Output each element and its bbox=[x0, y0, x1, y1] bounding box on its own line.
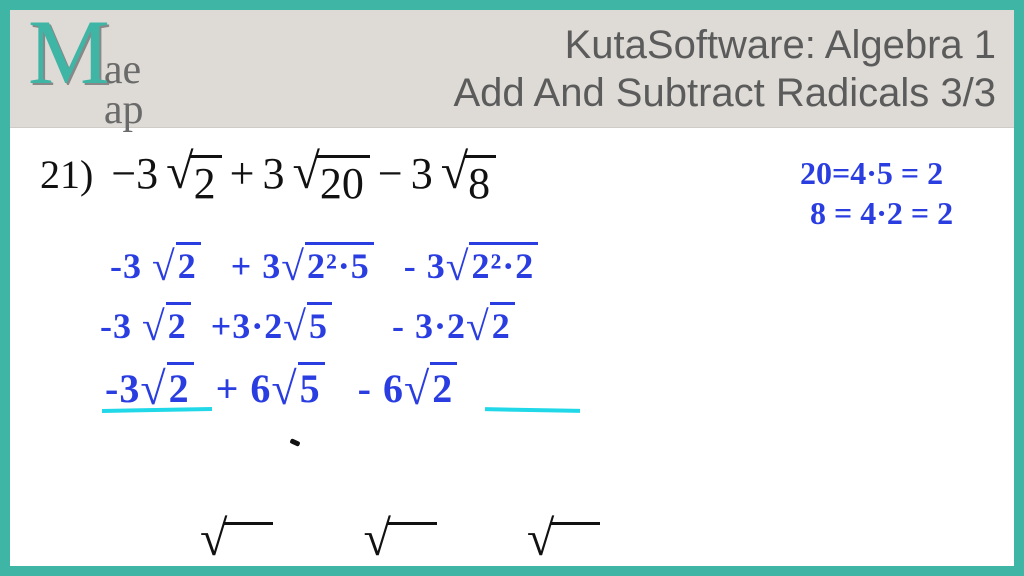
peek-rad-3: √ bbox=[527, 518, 600, 576]
logo-M: M bbox=[28, 6, 110, 98]
term1-radical: √2 bbox=[166, 151, 221, 209]
side-note-1: 20=4·5 = 2 bbox=[800, 155, 943, 192]
term2-coef: 3 bbox=[262, 148, 284, 199]
problem-number: 21) bbox=[40, 151, 93, 198]
logo: M ae ap bbox=[28, 6, 143, 131]
term3-radical: √8 bbox=[441, 151, 496, 209]
term2-radical: √20 bbox=[292, 151, 369, 209]
title-line-2: Add And Subtract Radicals 3/3 bbox=[453, 69, 996, 117]
term1-coef: −3 bbox=[111, 148, 158, 199]
term3-coef: 3 bbox=[411, 148, 433, 199]
title-line-1: KutaSoftware: Algebra 1 bbox=[453, 21, 996, 69]
op-plus: + bbox=[230, 148, 255, 199]
peek-rad-2: √ bbox=[363, 518, 436, 576]
title-block: KutaSoftware: Algebra 1 Add And Subtract… bbox=[453, 21, 996, 117]
side-note-2: 8 = 4·2 = 2 bbox=[810, 195, 953, 232]
page: M ae ap KutaSoftware: Algebra 1 Add And … bbox=[10, 10, 1014, 566]
peek-rad-1: √ bbox=[200, 518, 273, 576]
work-line-1: -3 √2 + 3√2²·5 - 3√2²·2 bbox=[110, 240, 538, 290]
header-bar: M ae ap KutaSoftware: Algebra 1 Add And … bbox=[10, 10, 1014, 128]
op-minus: − bbox=[378, 148, 403, 199]
stray-mark bbox=[289, 438, 300, 447]
work-line-3: -3√2 + 6√5 - 6√2 bbox=[105, 360, 457, 415]
highlight-2 bbox=[485, 407, 580, 413]
next-problem-peek: √ √ √ bbox=[200, 518, 600, 576]
work-line-2: -3 √2 +3·2√5 - 3·2√2 bbox=[100, 300, 515, 350]
